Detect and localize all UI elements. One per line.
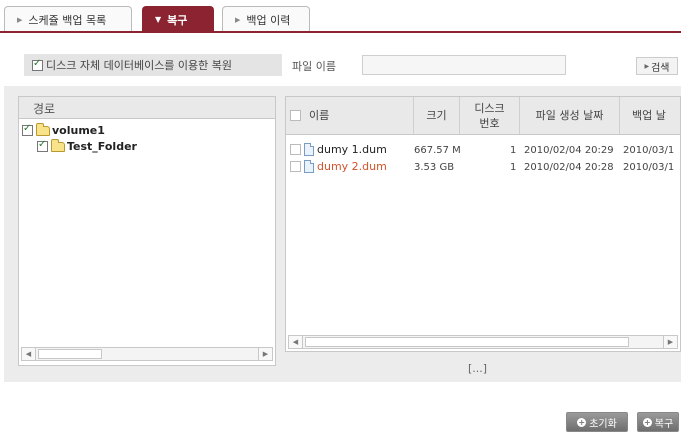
- file-size: 667.57 M: [414, 145, 461, 156]
- column-header-disk-number[interactable]: 디스크 번호: [460, 97, 520, 135]
- reset-button-label: 초기화: [589, 418, 617, 430]
- file-name: dumy 1.dum: [317, 143, 387, 156]
- scroll-thumb[interactable]: [305, 337, 629, 347]
- tab-backup-history[interactable]: ▶ 백업 이력: [222, 6, 310, 32]
- tab-underline: [0, 31, 681, 33]
- scroll-right-icon[interactable]: ▶: [663, 336, 677, 348]
- column-header-label: 디스크 번호: [474, 101, 505, 130]
- tree-checkbox-volume1[interactable]: [22, 123, 33, 136]
- column-header-backup-date[interactable]: 백업 날: [620, 97, 680, 135]
- select-all-checkbox[interactable]: [290, 110, 301, 121]
- path-tree-header: 경로: [19, 97, 275, 119]
- column-header-size[interactable]: 크기: [414, 97, 460, 135]
- restore-options-bar: 디스크 자체 데이터베이스를 이용한 복원 파일 이름 ▶ 검색: [10, 54, 678, 78]
- pagination[interactable]: [...]: [468, 362, 487, 375]
- restore-button[interactable]: + 복구: [637, 412, 679, 432]
- column-header-label: 백업 날: [632, 109, 666, 122]
- triangle-right-icon: ▶: [235, 15, 241, 24]
- db-restore-label: 디스크 자체 데이터베이스를 이용한 복원: [46, 59, 233, 72]
- tree-item-volume1[interactable]: volume1: [22, 122, 105, 137]
- file-name-cell[interactable]: dumy 1.dum: [290, 143, 387, 156]
- tab-bar: ▶ 스케쥴 백업 목록 ▼ 복구 ▶ 백업 이력: [0, 0, 681, 34]
- tab-restore[interactable]: ▼ 복구: [142, 6, 214, 32]
- scroll-right-icon[interactable]: ▶: [258, 348, 272, 360]
- file-disk-number: 1: [510, 145, 517, 156]
- row-checkbox[interactable]: [290, 144, 301, 155]
- column-header-label: 파일 생성 날짜: [535, 109, 604, 122]
- file-icon: [304, 143, 314, 156]
- folder-icon: [36, 122, 50, 136]
- tree-checkbox-test-folder[interactable]: [37, 139, 48, 152]
- triangle-right-icon: ▶: [644, 62, 650, 70]
- reset-button[interactable]: + 초기화: [566, 412, 628, 432]
- plus-icon: +: [642, 417, 652, 427]
- file-backup-date: 2010/03/1: [623, 145, 675, 156]
- file-list-panel: 이름 크기 디스크 번호 파일 생성 날짜 백업 날 dumy 1.dum 66…: [285, 96, 681, 352]
- db-restore-option[interactable]: 디스크 자체 데이터베이스를 이용한 복원: [24, 54, 282, 76]
- tree-item-label: Test_Folder: [67, 140, 137, 153]
- file-name-cell[interactable]: dumy 2.dum: [290, 160, 387, 173]
- tab-schedule-backup-list[interactable]: ▶ 스케쥴 백업 목록: [4, 6, 132, 32]
- search-button[interactable]: ▶ 검색: [636, 57, 678, 75]
- column-header-label: 이름: [309, 109, 330, 122]
- triangle-down-icon: ▼: [155, 15, 162, 24]
- restore-button-label: 복구: [654, 418, 674, 430]
- db-restore-checkbox[interactable]: [32, 58, 43, 71]
- tab-label: 복구: [167, 13, 188, 27]
- file-backup-date: 2010/03/1: [623, 162, 675, 173]
- plus-icon: +: [577, 417, 587, 427]
- restore-main-panel: 경로 volume1 Test_Folder ◀ ▶ 이름 크기 디스크 번호: [4, 86, 681, 382]
- scroll-left-icon[interactable]: ◀: [22, 348, 36, 360]
- file-name: dumy 2.dum: [317, 160, 387, 173]
- tab-label: 스케쥴 백업 목록: [28, 13, 107, 27]
- row-checkbox[interactable]: [290, 161, 301, 172]
- column-header-label: 크기: [426, 109, 447, 122]
- tree-item-label: volume1: [52, 124, 105, 137]
- tree-item-test-folder[interactable]: Test_Folder: [37, 138, 137, 153]
- filename-label: 파일 이름: [292, 60, 336, 73]
- column-header-name[interactable]: 이름: [286, 97, 414, 135]
- path-tree-panel: 경로 volume1 Test_Folder ◀ ▶: [18, 96, 276, 366]
- folder-icon: [51, 138, 65, 152]
- search-button-label: 검색: [651, 62, 670, 74]
- tab-label: 백업 이력: [246, 13, 291, 27]
- triangle-right-icon: ▶: [17, 15, 23, 24]
- file-created: 2010/02/04 20:28: [524, 162, 614, 173]
- column-header-created[interactable]: 파일 생성 날짜: [520, 97, 620, 135]
- scroll-thumb[interactable]: [38, 349, 102, 359]
- file-size: 3.53 GB: [414, 162, 455, 173]
- tree-horizontal-scrollbar[interactable]: ◀ ▶: [21, 347, 273, 361]
- filename-input[interactable]: [362, 55, 566, 75]
- file-created: 2010/02/04 20:29: [524, 145, 614, 156]
- scroll-left-icon[interactable]: ◀: [289, 336, 303, 348]
- file-disk-number: 1: [510, 162, 517, 173]
- file-list-horizontal-scrollbar[interactable]: ◀ ▶: [288, 335, 678, 349]
- file-icon: [304, 160, 314, 173]
